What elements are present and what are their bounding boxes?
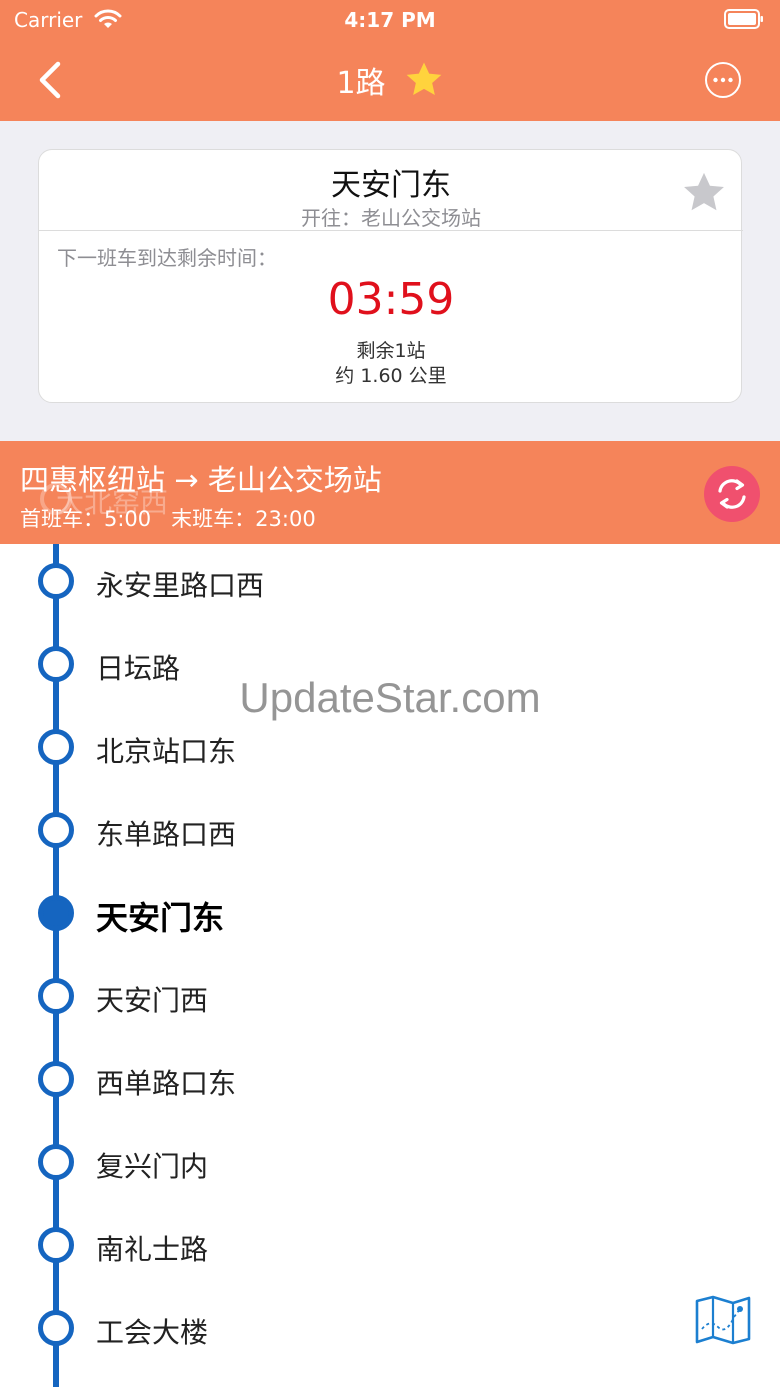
stop-dot	[38, 729, 74, 765]
stop-dot	[38, 812, 74, 848]
stop-item-current[interactable]: 天安门东	[0, 884, 780, 944]
route-title: 1路	[336, 66, 386, 101]
stop-name: 工会大楼	[96, 1316, 209, 1349]
stop-item[interactable]: 永安里路口西	[0, 552, 780, 612]
stop-name: 北京站口东	[96, 735, 237, 768]
stop-dot	[38, 1061, 74, 1097]
stop-dot	[38, 1227, 74, 1263]
stops-remaining: 剩余1站	[356, 340, 426, 362]
first-bus-time: 首班车：5:00	[20, 507, 152, 531]
more-icon[interactable]	[704, 61, 742, 99]
stop-item[interactable]: 工会大楼	[0, 1299, 780, 1359]
battery-icon	[724, 9, 763, 29]
route-service-hours: 首班车：5:00 末班车：23:00	[20, 503, 336, 533]
route-direction-bar: 大北窑西 四惠枢纽站 → 老山公交场站 首班车：5:00 末班车：23:00	[0, 441, 780, 544]
swap-direction-icon[interactable]	[704, 466, 760, 522]
favorite-star-icon[interactable]	[404, 60, 444, 100]
stop-dot	[38, 978, 74, 1014]
next-bus-card: 天安门东 开往：老山公交场站 下一班车到达剩余时间： 03:59 剩余1站 约 …	[38, 149, 743, 403]
distance-remaining: 约 1.60 公里	[335, 365, 447, 387]
stop-item[interactable]: 东单路口西	[0, 801, 780, 861]
stop-name: 永安里路口西	[96, 569, 265, 602]
stop-name: 西单路口东	[96, 1067, 237, 1100]
stop-name: 天安门西	[96, 984, 209, 1017]
stop-name: 天安门东	[96, 899, 225, 937]
status-bar: Carrier 4:17 PM	[0, 0, 780, 40]
stop-name: 复兴门内	[96, 1150, 209, 1183]
watermark: UpdateStar.com	[239, 674, 541, 721]
stop-name: 南礼士路	[96, 1233, 209, 1266]
next-bus-label: 下一班车到达剩余时间：	[57, 246, 277, 270]
route-endpoints: 四惠枢纽站 → 老山公交场站	[20, 463, 382, 497]
page-title: 1路	[0, 58, 780, 102]
stop-item[interactable]: 西单路口东	[0, 1050, 780, 1110]
card-divider	[39, 230, 743, 231]
stop-item[interactable]: 复兴门内	[0, 1133, 780, 1193]
last-bus-time: 末班车：23:00	[171, 507, 316, 531]
stop-dot	[38, 563, 74, 599]
favorite-station-star-icon[interactable]	[681, 170, 727, 216]
status-time: 4:17 PM	[344, 8, 436, 32]
stop-name: 东单路口西	[96, 818, 237, 851]
header: Carrier 4:17 PM 1路	[0, 0, 780, 121]
stop-dot	[38, 1310, 74, 1346]
direction-label: 开往：老山公交场站	[301, 206, 481, 230]
stop-item[interactable]: 天安门西	[0, 967, 780, 1027]
current-station-name: 天安门东	[331, 168, 451, 203]
stop-item[interactable]: 南礼士路	[0, 1216, 780, 1276]
stop-dot	[38, 1144, 74, 1180]
current-stop-dot	[38, 895, 74, 931]
stop-item[interactable]: 北京站口东	[0, 718, 780, 778]
map-icon[interactable]	[694, 1295, 752, 1345]
countdown-timer: 03:59	[327, 274, 455, 325]
